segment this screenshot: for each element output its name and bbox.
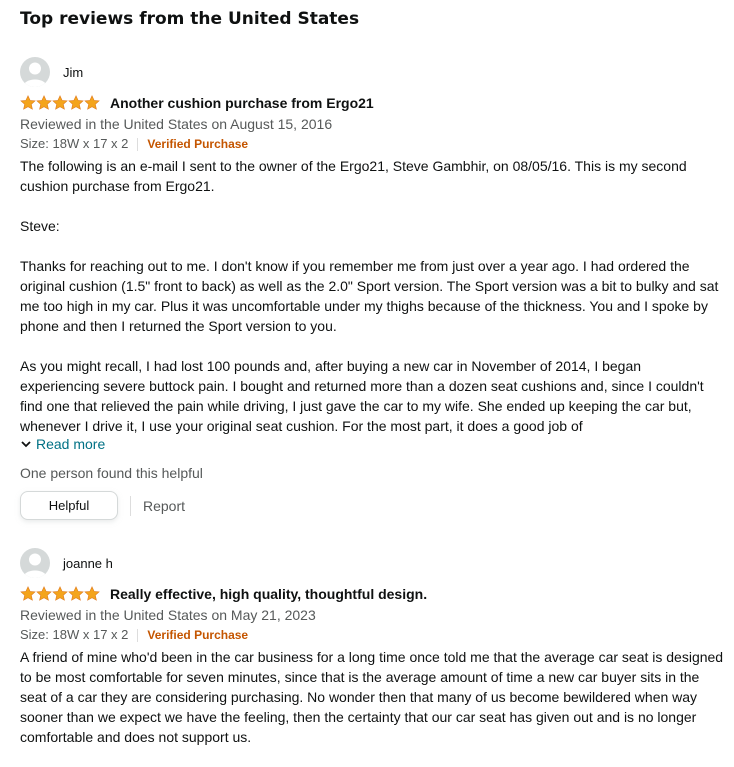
helpful-button[interactable]: Helpful xyxy=(20,491,118,520)
star-icon xyxy=(36,95,52,110)
verified-purchase-badge: Verified Purchase xyxy=(147,628,249,642)
star-icon xyxy=(84,95,100,110)
star-icon xyxy=(36,586,52,601)
star-icon xyxy=(52,95,68,110)
star-icon xyxy=(20,586,36,601)
star-rating[interactable] xyxy=(20,95,100,111)
helpful-count: One person found this helpful xyxy=(20,465,203,481)
review-paragraph: Steve: xyxy=(20,218,60,234)
product-variant: Size: 18W x 17 x 2 Verified Purchase xyxy=(20,625,724,645)
review-body: A friend of mine who'd been in the car b… xyxy=(20,647,724,747)
review-paragraph: A friend of mine who'd been in the car b… xyxy=(20,649,724,745)
review-date: Reviewed in the United States on August … xyxy=(20,116,333,132)
size-label[interactable]: Size: 18W x 17 x 2 xyxy=(20,134,128,154)
review-card: Jim Another cushion purchase from Ergo21… xyxy=(20,56,724,520)
read-more-label: Read more xyxy=(36,436,106,452)
review-date: Reviewed in the United States on May 21,… xyxy=(20,607,316,623)
star-icon xyxy=(52,586,68,601)
review-title[interactable]: Another cushion purchase from Ergo21 xyxy=(110,95,374,111)
divider xyxy=(137,137,139,151)
star-icon xyxy=(20,95,36,110)
product-variant: Size: 18W x 17 x 2 Verified Purchase xyxy=(20,134,724,154)
reviewer-profile[interactable]: Jim xyxy=(20,56,724,88)
review-card: joanne h Really effective, high quality,… xyxy=(20,547,724,767)
star-icon xyxy=(68,586,84,601)
divider xyxy=(137,628,139,642)
reviewer-profile[interactable]: joanne h xyxy=(20,547,724,579)
review-paragraph: Thanks for reaching out to me. I don't k… xyxy=(20,258,719,334)
chevron-down-icon xyxy=(21,441,31,448)
review-body: The following is an e-mail I sent to the… xyxy=(20,156,724,434)
star-rating[interactable] xyxy=(20,586,100,602)
section-title: Top reviews from the United States xyxy=(20,9,360,29)
reviewer-name: Jim xyxy=(63,64,84,80)
reviewer-name: joanne h xyxy=(63,555,113,571)
star-icon xyxy=(68,95,84,110)
read-more-link[interactable]: Read more xyxy=(20,434,724,454)
size-label[interactable]: Size: 18W x 17 x 2 xyxy=(20,625,128,645)
review-paragraph: As you might recall, I had lost 100 poun… xyxy=(20,358,704,434)
default-user-icon xyxy=(20,548,50,578)
report-link[interactable]: Report xyxy=(130,495,185,516)
star-icon xyxy=(84,586,100,601)
review-title[interactable]: Really effective, high quality, thoughtf… xyxy=(110,586,427,602)
verified-purchase-badge: Verified Purchase xyxy=(147,137,249,151)
review-paragraph: The following is an e-mail I sent to the… xyxy=(20,158,687,194)
default-user-icon xyxy=(20,57,50,87)
